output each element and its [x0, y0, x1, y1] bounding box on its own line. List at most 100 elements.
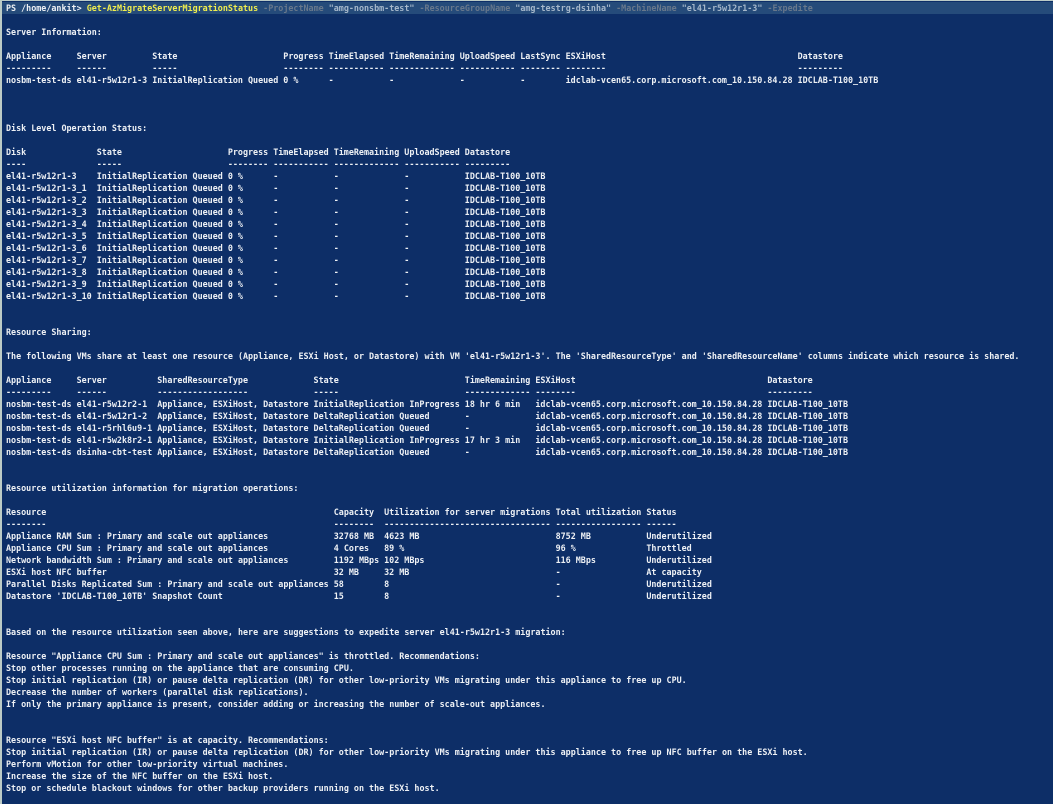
table-cell: -: [404, 255, 410, 265]
column-header: TimeElapsed: [328, 51, 385, 61]
table-cell: IDCLAB-T100_10TB: [464, 243, 546, 253]
table-cell: -: [273, 219, 279, 229]
output-text-line: Perform vMotion for other low-priority v…: [6, 759, 289, 769]
table-cell: InitialReplication InProgress: [313, 435, 460, 445]
table-cell: InitialReplication Queued: [96, 267, 223, 277]
column-header: Appliance: [6, 51, 52, 61]
table-cell: 8752 MB: [555, 531, 591, 541]
table-cell: Throttled: [646, 543, 692, 553]
table-cell: IDCLAB-T100_10TB: [464, 279, 546, 289]
separator-dashes: -------------: [333, 159, 400, 169]
table-row: Datastore 'IDCLAB-T100_10TB' Snapshot Co…: [2, 590, 1053, 602]
table-cell: -: [273, 279, 279, 289]
table-cell: idclab-vcen65.corp.microsoft.com_10.150.…: [535, 399, 763, 409]
separator-dashes: -----: [152, 63, 178, 73]
table-cell: IDCLAB-T100_10TB: [464, 231, 546, 241]
table-row: nosbm-test-ds el41-r5w12r2-1 Appliance, ES…: [2, 398, 1053, 410]
table-cell: IDCLAB-T100_10TB: [464, 183, 546, 193]
table-cell: InitialReplication Queued: [96, 231, 223, 241]
table-cell: -: [333, 207, 339, 217]
separator-dashes: ----: [6, 159, 27, 169]
table-row: nosbm-test-ds el41-r5w12r1-2 Appliance, ES…: [2, 410, 1053, 422]
table-cell: 8: [384, 579, 390, 589]
table-cell: el41-r5w12r1-3_6: [6, 243, 87, 253]
table-cell: el41-r5w12r1-3_9: [6, 279, 87, 289]
table-cell: Underutilized: [646, 591, 712, 601]
table-cell: -: [333, 255, 339, 265]
table-row: nosbm-test-ds el41-r5w12r1-3 InitialReplic…: [2, 74, 1053, 86]
column-header: Server: [76, 51, 107, 61]
table-cell: Network bandwidth Sum : Primary and scal…: [6, 555, 289, 565]
table-cell: IDCLAB-T100_10TB: [464, 267, 546, 277]
shell-prompt: PS /home/ankit>: [6, 3, 87, 13]
output-text-line: The following VMs share at least one res…: [6, 351, 1020, 361]
table-cell: -: [273, 207, 279, 217]
output-text-line: Resource utilization information for mig…: [6, 483, 299, 493]
table-cell: -: [328, 75, 334, 85]
output-text-line: Stop or schedule blackout windows for ot…: [6, 783, 440, 793]
terminal-output[interactable]: PS /home/ankit> Get-AzMigrateServerMigra…: [2, 1, 1053, 794]
table-cell: InitialReplication Queued: [96, 207, 223, 217]
table-cell: -: [404, 291, 410, 301]
table-cell: Appliance, ESXiHost, Datastore: [157, 435, 309, 445]
table-cell: -: [555, 591, 561, 601]
table-cell: 58: [333, 579, 344, 589]
table-cell: 89 %: [384, 543, 405, 553]
table-row: nosbm-test-ds el41-r5w2k8r2-1 Appliance, E…: [2, 434, 1053, 446]
column-header: TimeRemaining: [464, 375, 531, 385]
separator-dashes: --------: [535, 387, 576, 397]
table-cell: nosbm-test-ds: [6, 423, 72, 433]
table-cell: -: [273, 183, 279, 193]
separator-dashes: ---------: [6, 63, 52, 73]
table-cell: 0 %: [227, 243, 243, 253]
table-cell: 0 %: [227, 207, 243, 217]
separator-dashes: ---------: [6, 387, 52, 397]
table-cell: -: [333, 231, 339, 241]
table-cell: 0 %: [227, 291, 243, 301]
table-cell: InitialReplication Queued: [152, 75, 279, 85]
parameter-name: -Expedite: [762, 3, 813, 13]
output-text-line: If only the primary appliance is present…: [6, 699, 546, 709]
separator-dashes: --------: [227, 159, 269, 169]
table-cell: 102 MBps: [384, 555, 425, 565]
separator-dashes: -----------------: [555, 519, 642, 529]
table-cell: el41-r5w12r2-1: [76, 399, 148, 409]
table-cell: Parallel Disks Replicated Sum : Primary …: [6, 579, 329, 589]
table-cell: 0 %: [227, 267, 243, 277]
parameter-name: -ProjectName: [258, 3, 329, 13]
table-cell: -: [333, 183, 339, 193]
table-row: nosbm-test-ds dsinha-cbt-test Appliance, E…: [2, 446, 1053, 458]
table-cell: -: [273, 243, 279, 253]
table-cell: -: [459, 75, 465, 85]
column-header: UploadSpeed: [459, 51, 516, 61]
separator-dashes: --------: [520, 63, 561, 73]
table-row: el41-r5w12r1-3_7 InitialReplication Queue…: [2, 254, 1053, 266]
table-cell: el41-r5w12r1-3_7: [6, 255, 87, 265]
table-cell: el41-r5w12r1-2: [76, 411, 148, 421]
table-cell: IDCLAB-T100_10TB: [464, 207, 546, 217]
column-header: UploadSpeed: [404, 147, 460, 157]
table-cell: -: [520, 75, 526, 85]
table-cell: 32 MB: [333, 567, 359, 577]
table-cell: 0 %: [227, 279, 243, 289]
table-row: el41-r5w12r1-3_5 InitialReplication Queue…: [2, 230, 1053, 242]
table-cell: Underutilized: [646, 579, 712, 589]
table-row: el41-r5w12r1-3_6 InitialReplication Queue…: [2, 242, 1053, 254]
table-cell: IDCLAB-T100_10TB: [797, 75, 879, 85]
column-header: State: [96, 147, 122, 157]
table-cell: -: [464, 423, 470, 433]
table-separator-line: ----------------------------------------…: [2, 386, 1053, 398]
table-row: ESXi host NFC buffer 32 MB 32 MB - At capaci…: [2, 566, 1053, 578]
table-cell: dsinha-cbt-test: [76, 447, 153, 457]
table-cell: 4623 MB: [384, 531, 420, 541]
table-cell: -: [404, 267, 410, 277]
output-text-line: Stop initial replication (IR) or pause d…: [6, 747, 808, 757]
column-header: TimeElapsed: [273, 147, 329, 157]
